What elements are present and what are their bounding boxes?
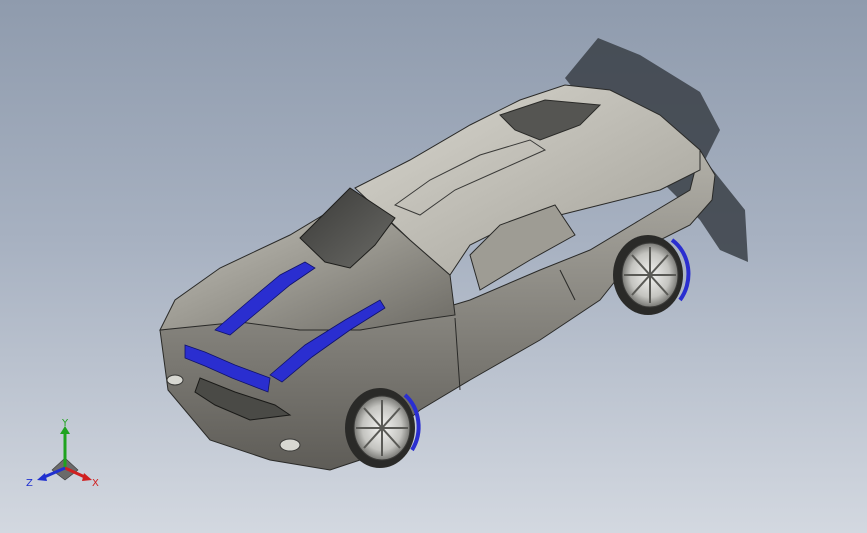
front-wheel [345, 388, 421, 468]
rear-wheel [613, 235, 691, 315]
triad-y-label: Y [61, 418, 69, 429]
headlight-right [166, 374, 184, 386]
triad-z-label: Z [26, 478, 33, 489]
car-model[interactable] [0, 0, 867, 533]
orientation-triad[interactable]: Y X Z [22, 418, 108, 492]
triad-x-label: X [92, 478, 99, 489]
triad-x-arrow [82, 473, 92, 481]
graphics-viewport[interactable]: Y X Z [0, 0, 867, 533]
triad-z-arrow [37, 473, 47, 481]
headlight-left [279, 438, 301, 452]
